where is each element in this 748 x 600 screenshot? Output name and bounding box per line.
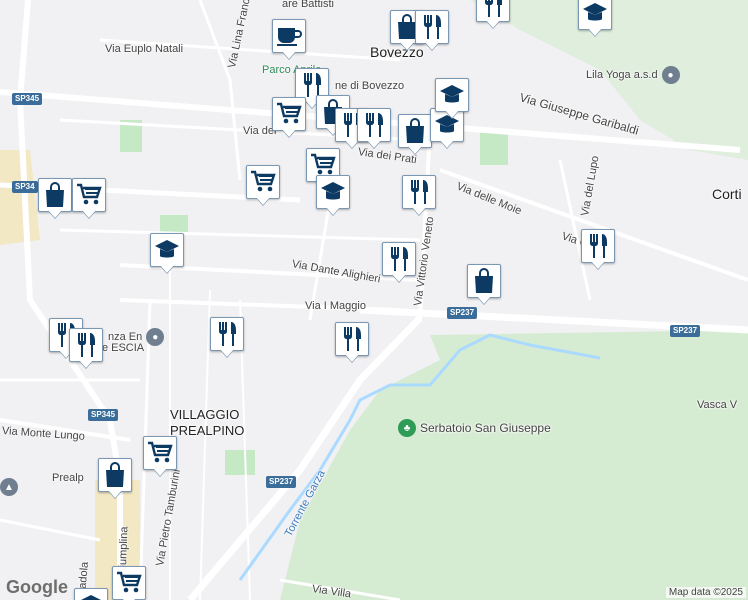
school-icon <box>316 175 350 209</box>
google-logo: Google <box>6 577 68 597</box>
shopping-bag-marker[interactable] <box>38 178 72 220</box>
restaurant-marker[interactable] <box>415 10 449 52</box>
marker-pointer <box>408 146 422 154</box>
marker-pointer <box>477 296 491 304</box>
restaurant-marker[interactable] <box>581 229 615 271</box>
restaurant-icon <box>382 242 416 276</box>
marker-pointer <box>345 354 359 362</box>
school-pin-icon: ▲ <box>0 478 18 496</box>
marker-pointer <box>412 207 426 215</box>
restaurant-icon <box>69 328 103 362</box>
marker-pointer <box>591 261 605 269</box>
marker-pointer <box>326 207 340 215</box>
marker-pointer <box>282 51 296 59</box>
marker-pointer <box>425 42 439 50</box>
district-label: VILLAGGIO <box>170 407 240 422</box>
marker-pointer <box>440 140 454 148</box>
map-attribution[interactable]: Map data ©2025 <box>665 587 746 598</box>
marker-pointer <box>153 468 167 476</box>
school-icon <box>578 0 612 30</box>
marker-pointer <box>486 20 500 28</box>
shopping-bag-icon <box>98 458 132 492</box>
restaurant-icon <box>357 108 391 142</box>
poi-serbatoio[interactable]: ♣ Serbatoio San Giuseppe <box>398 419 551 437</box>
school-marker[interactable] <box>150 233 184 275</box>
school-icon <box>435 78 469 112</box>
marker-pointer <box>367 140 381 148</box>
cafe-icon <box>272 19 306 53</box>
marker-pointer <box>48 210 62 218</box>
shopping-cart-marker[interactable] <box>143 436 177 478</box>
poi-label: Serbatoio San Giuseppe <box>420 421 551 435</box>
shopping-bag-icon <box>38 178 72 212</box>
restaurant-icon <box>210 317 244 351</box>
marker-pointer <box>79 360 93 368</box>
shopping-cart-marker[interactable] <box>272 97 306 139</box>
road-shield: SP345 <box>12 93 43 105</box>
school-marker[interactable] <box>316 175 350 217</box>
school-icon <box>150 233 184 267</box>
restaurant-marker[interactable] <box>335 322 369 364</box>
park-tree-icon: ♣ <box>398 419 416 437</box>
shopping-bag-marker[interactable] <box>98 458 132 500</box>
shopping-cart-icon <box>112 566 146 600</box>
road-shield: SP237 <box>670 325 701 337</box>
restaurant-icon <box>402 175 436 209</box>
place-label: Prealp <box>52 472 84 484</box>
marker-pointer <box>445 110 459 118</box>
shopping-cart-marker[interactable] <box>246 165 280 207</box>
road-shield: SP237 <box>266 476 297 488</box>
school-marker[interactable] <box>435 78 469 120</box>
marker-pointer <box>282 129 296 137</box>
street-label: Via Euplo Natali <box>105 43 184 55</box>
marker-pointer <box>392 274 406 282</box>
shopping-bag-marker[interactable] <box>398 114 432 156</box>
restaurant-icon <box>415 10 449 44</box>
marker-pointer <box>400 42 414 50</box>
shopping-cart-icon <box>143 436 177 470</box>
road-shield: SP345 <box>88 409 119 421</box>
shopping-bag-icon <box>398 114 432 148</box>
marker-pointer <box>220 349 234 357</box>
place-pin-icon: ● <box>146 328 165 346</box>
restaurant-marker[interactable] <box>357 108 391 150</box>
shopping-cart-icon <box>246 165 280 199</box>
restaurant-marker[interactable] <box>402 175 436 217</box>
shopping-cart-marker[interactable] <box>72 178 106 220</box>
restaurant-marker[interactable] <box>69 328 103 370</box>
restaurant-icon <box>581 229 615 263</box>
poi-label: Lila Yoga a.s.d <box>586 69 658 81</box>
school-marker[interactable] <box>578 0 612 38</box>
restaurant-marker[interactable] <box>382 242 416 284</box>
place-label: ne di Bovezzo <box>335 80 405 92</box>
school-icon <box>74 588 108 600</box>
town-label-corti: Corti <box>712 186 742 202</box>
place-pin-icon: ● <box>661 66 680 84</box>
marker-pointer <box>108 490 122 498</box>
place-label: Vasca V <box>697 399 738 411</box>
shopping-bag-marker[interactable] <box>467 264 501 306</box>
shopping-bag-icon <box>467 264 501 298</box>
shopping-cart-icon <box>272 97 306 131</box>
restaurant-icon <box>476 0 510 22</box>
restaurant-marker[interactable] <box>476 0 510 30</box>
restaurant-marker[interactable] <box>210 317 244 359</box>
marker-pointer <box>160 265 174 273</box>
school-marker[interactable] <box>74 588 108 600</box>
road-shield: SP34 <box>12 181 38 193</box>
street-label: are Battisti <box>282 0 334 10</box>
marker-pointer <box>588 28 602 36</box>
poi-lila-yoga[interactable]: Lila Yoga a.s.d ● <box>586 66 680 84</box>
marker-pointer <box>256 197 270 205</box>
road-shield: SP237 <box>447 307 478 319</box>
shopping-cart-marker[interactable] <box>112 566 146 600</box>
cafe-marker[interactable] <box>272 19 306 61</box>
restaurant-icon <box>335 322 369 356</box>
marker-pointer <box>82 210 96 218</box>
district-label: PREALPINO <box>170 423 245 438</box>
street-label: Via I Maggio <box>305 300 366 312</box>
shopping-cart-icon <box>72 178 106 212</box>
map-canvas[interactable]: are Battisti Bovezzo Via Euplo Natali Vi… <box>0 0 748 600</box>
poi-prealp[interactable]: ▲ <box>0 478 18 496</box>
